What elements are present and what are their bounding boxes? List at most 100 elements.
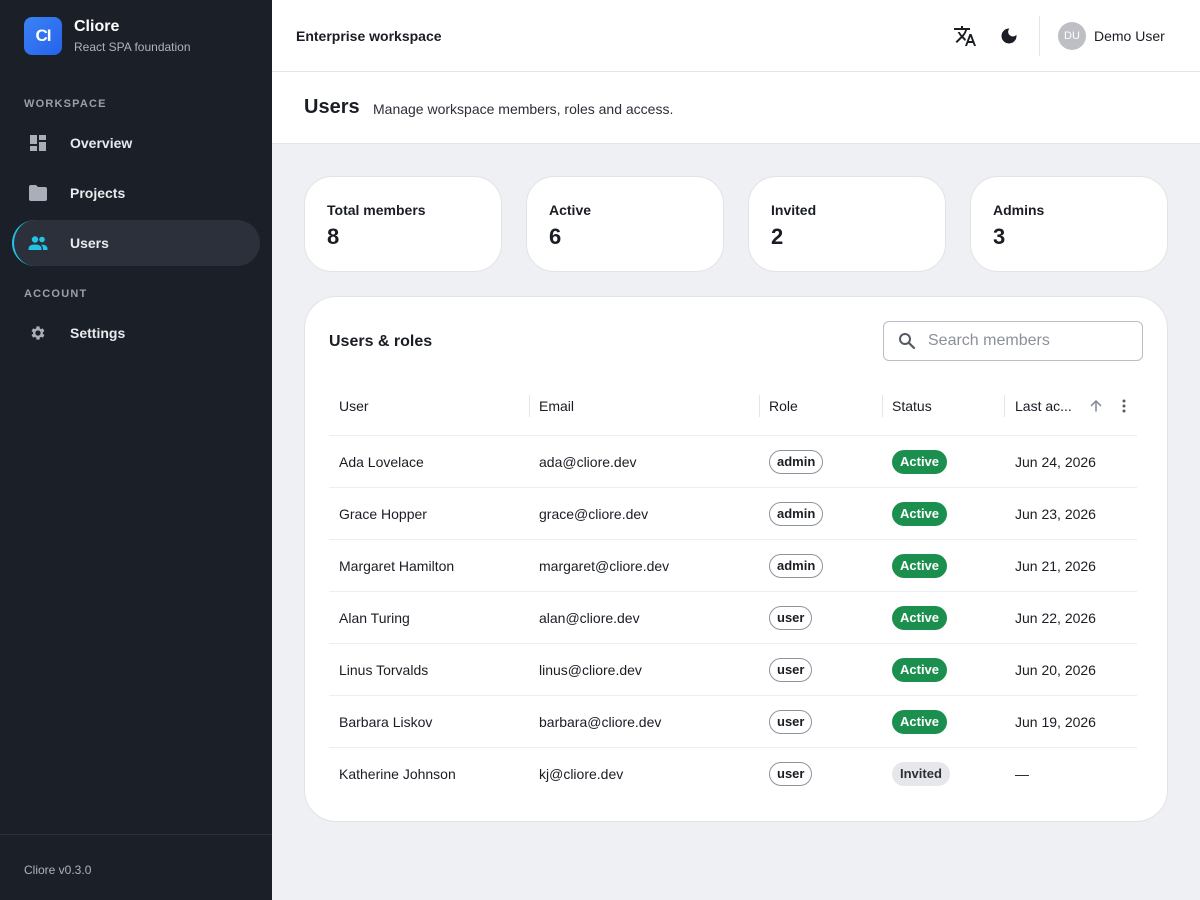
topbar: Enterprise workspace DU Demo User xyxy=(272,0,1200,72)
sidebar: CI Cliore React SPA foundation WORKSPACE… xyxy=(0,0,272,900)
avatar: DU xyxy=(1058,22,1086,50)
topbar-divider xyxy=(1039,16,1040,56)
column-header-role[interactable]: Role xyxy=(769,381,798,431)
column-menu-icon[interactable] xyxy=(1114,396,1134,416)
cell-email: ada@cliore.dev xyxy=(539,454,637,470)
role-chip: admin xyxy=(769,450,824,474)
cell-email: barbara@cliore.dev xyxy=(539,714,662,730)
dashboard-icon xyxy=(28,133,48,153)
status-badge: Active xyxy=(892,502,948,526)
sidebar-item-label: Projects xyxy=(70,185,126,201)
brand-logo: CI xyxy=(24,17,62,55)
role-chip: user xyxy=(769,606,813,630)
column-separator[interactable] xyxy=(882,395,883,417)
role-chip: admin xyxy=(769,502,824,526)
role-chip: admin xyxy=(769,554,824,578)
cell-last-active: — xyxy=(1015,766,1029,782)
brand-subtitle: React SPA foundation xyxy=(74,40,191,54)
cell-email: margaret@cliore.dev xyxy=(539,558,670,574)
table-header: User Email Role Status Last ac... xyxy=(329,381,1137,431)
sidebar-item-settings[interactable]: Settings xyxy=(12,310,260,356)
users-icon xyxy=(28,233,48,253)
status-badge: Active xyxy=(892,554,948,578)
sidebar-item-users[interactable]: Users xyxy=(12,220,260,266)
folder-icon xyxy=(28,183,48,203)
sidebar-item-label: Overview xyxy=(70,135,133,151)
section-label-account: ACCOUNT xyxy=(24,288,88,300)
stat-label: Total members xyxy=(327,202,426,218)
column-separator[interactable] xyxy=(1004,395,1005,417)
section-label-workspace: WORKSPACE xyxy=(24,98,107,110)
cell-user: Grace Hopper xyxy=(339,506,427,522)
stat-value: 6 xyxy=(549,224,562,249)
user-name: Demo User xyxy=(1094,28,1165,44)
cell-last-active: Jun 23, 2026 xyxy=(1015,506,1096,522)
stat-label: Active xyxy=(549,202,592,218)
status-badge: Active xyxy=(892,658,948,682)
status-badge: Active xyxy=(892,710,948,734)
role-chip: user xyxy=(769,658,813,682)
sidebar-item-projects[interactable]: Projects xyxy=(12,170,260,216)
sort-ascending-icon[interactable] xyxy=(1086,396,1106,416)
cell-user: Katherine Johnson xyxy=(339,766,456,782)
stat-label: Invited xyxy=(771,202,817,218)
stat-label: Admins xyxy=(993,202,1045,218)
sidebar-item-overview[interactable]: Overview xyxy=(12,120,260,166)
gear-icon xyxy=(28,323,48,343)
page-title: Users xyxy=(304,96,360,118)
page-header: Users Manage workspace members, roles an… xyxy=(272,72,1200,144)
status-badge: Active xyxy=(892,606,948,630)
column-header-email[interactable]: Email xyxy=(539,381,574,431)
dark-mode-icon[interactable] xyxy=(997,24,1021,48)
table-title: Users & roles xyxy=(329,333,433,350)
table-row[interactable]: Katherine Johnson kj@cliore.dev user Inv… xyxy=(329,747,1137,799)
search-icon xyxy=(898,332,916,350)
status-badge: Active xyxy=(892,450,948,474)
stat-value: 8 xyxy=(327,224,340,249)
column-separator[interactable] xyxy=(529,395,530,417)
app-version: Cliore v0.3.0 xyxy=(24,863,92,877)
column-header-user[interactable]: User xyxy=(339,381,369,431)
sidebar-item-label: Users xyxy=(70,235,109,251)
cell-last-active: Jun 22, 2026 xyxy=(1015,610,1096,626)
table-row[interactable]: Ada Lovelace ada@cliore.dev admin Active… xyxy=(329,435,1137,487)
brand[interactable]: CI Cliore React SPA foundation xyxy=(24,17,191,55)
cell-email: alan@cliore.dev xyxy=(539,610,640,626)
status-badge: Invited xyxy=(892,762,950,786)
cell-last-active: Jun 21, 2026 xyxy=(1015,558,1096,574)
cell-user: Margaret Hamilton xyxy=(339,558,455,574)
cell-user: Ada Lovelace xyxy=(339,454,424,470)
table-row[interactable]: Margaret Hamilton margaret@cliore.dev ad… xyxy=(329,539,1137,591)
stat-value: 3 xyxy=(993,224,1006,249)
cell-email: linus@cliore.dev xyxy=(539,662,642,678)
translate-icon[interactable] xyxy=(953,24,977,48)
stat-card-invited: Invited 2 xyxy=(748,176,946,272)
cell-email: grace@cliore.dev xyxy=(539,506,649,522)
search-box[interactable] xyxy=(883,321,1143,361)
stat-card-admins: Admins 3 xyxy=(970,176,1168,272)
stat-card-total-members: Total members 8 xyxy=(304,176,502,272)
brand-name: Cliore xyxy=(74,18,120,35)
column-header-status[interactable]: Status xyxy=(892,381,932,431)
table-row[interactable]: Linus Torvalds linus@cliore.dev user Act… xyxy=(329,643,1137,695)
table-row[interactable]: Barbara Liskov barbara@cliore.dev user A… xyxy=(329,695,1137,747)
column-header-last-active[interactable]: Last ac... xyxy=(1015,381,1072,431)
column-separator[interactable] xyxy=(759,395,760,417)
table-row[interactable]: Alan Turing alan@cliore.dev user Active … xyxy=(329,591,1137,643)
page-subtitle: Manage workspace members, roles and acce… xyxy=(373,101,674,117)
users-table-card: Users & roles User Email Role Status Las… xyxy=(304,296,1168,822)
table-row[interactable]: Grace Hopper grace@cliore.dev admin Acti… xyxy=(329,487,1137,539)
cell-user: Linus Torvalds xyxy=(339,662,429,678)
cell-last-active: Jun 19, 2026 xyxy=(1015,714,1096,730)
search-input[interactable] xyxy=(928,332,1128,350)
role-chip: user xyxy=(769,762,813,786)
cell-last-active: Jun 20, 2026 xyxy=(1015,662,1096,678)
cell-user: Barbara Liskov xyxy=(339,714,433,730)
cell-last-active: Jun 24, 2026 xyxy=(1015,454,1096,470)
stat-value: 2 xyxy=(771,224,784,249)
workspace-name: Enterprise workspace xyxy=(296,28,442,44)
sidebar-item-label: Settings xyxy=(70,325,126,341)
cell-email: kj@cliore.dev xyxy=(539,766,624,782)
user-menu[interactable]: DU Demo User xyxy=(1058,22,1165,50)
sidebar-footer: Cliore v0.3.0 xyxy=(0,834,272,900)
